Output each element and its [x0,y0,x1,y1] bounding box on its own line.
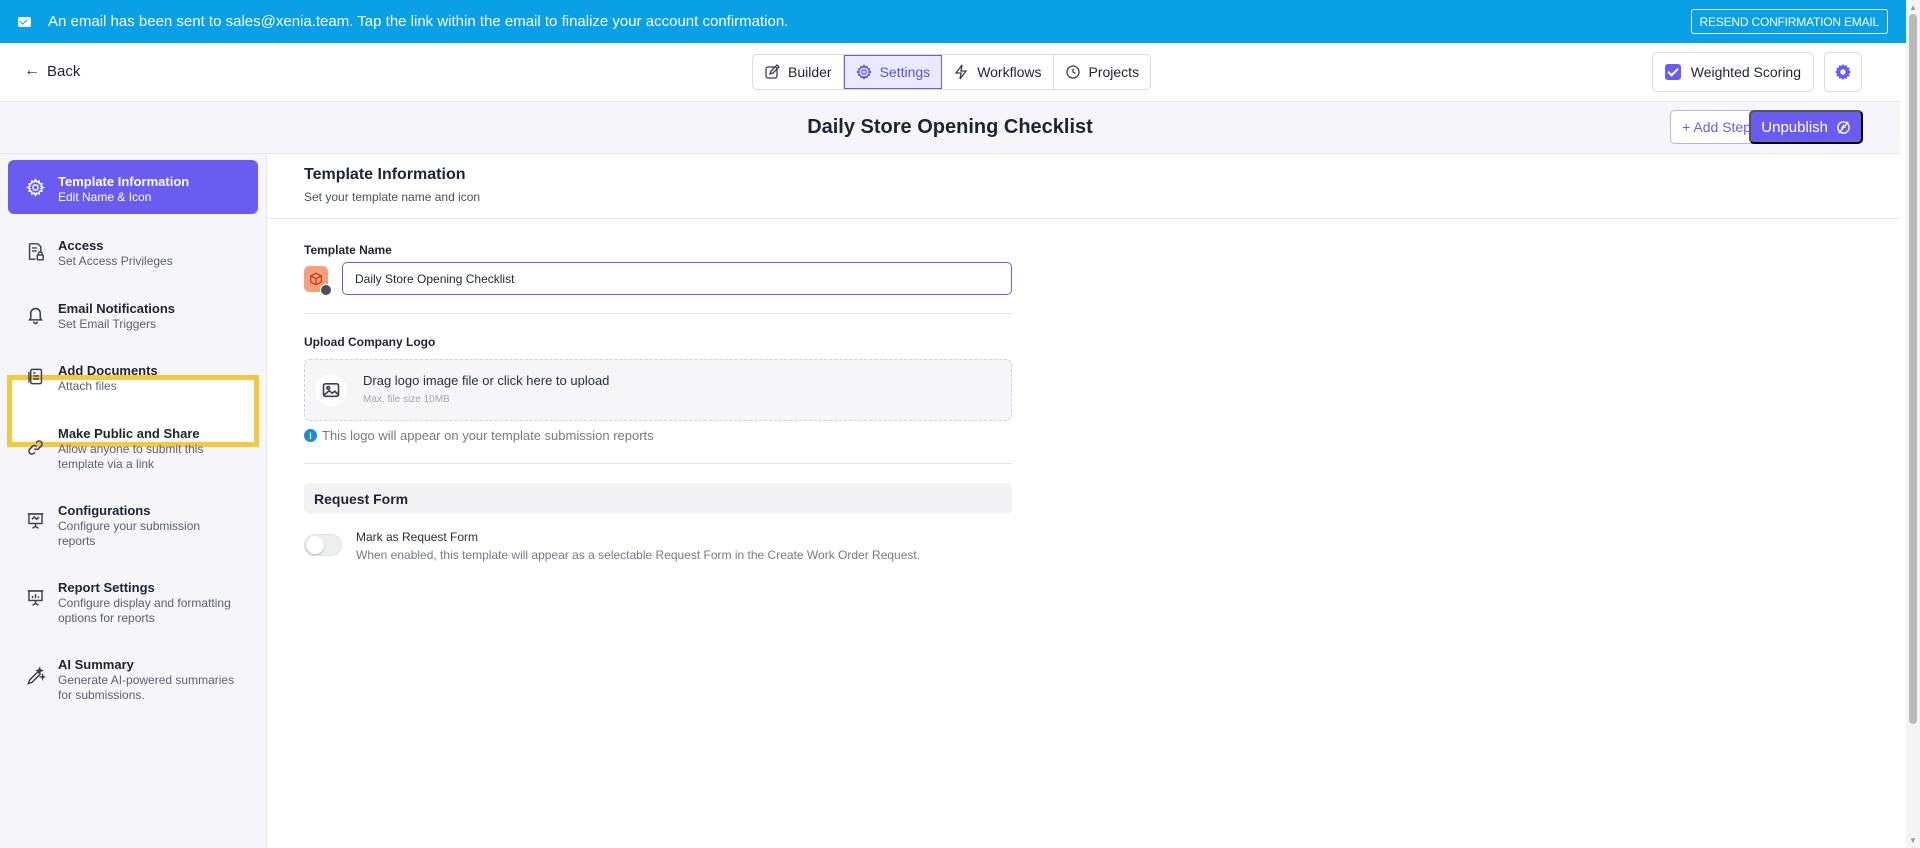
sidebar-item-title: Add Documents [58,363,158,378]
upload-instructions: Drag logo image file or click here to up… [363,373,610,388]
box-icon [310,272,322,286]
pencil-icon [765,64,780,79]
template-name-label: Template Name [304,243,392,257]
document-lock-icon [24,240,46,262]
weighted-scoring-toggle[interactable]: Weighted Scoring [1651,52,1814,92]
sidebar-item-title: Make Public and Share [58,426,200,441]
sidebar-item-add-documents[interactable]: Add Documents Attach files [8,347,258,394]
section-divider [268,218,1900,219]
sidebar-item-subtitle: Generate AI-powered summaries for submis… [58,673,235,702]
back-button[interactable]: ← Back [24,62,80,80]
unpublish-icon [1837,120,1850,134]
sidebar-item-title: Template Information [58,174,190,189]
tab-workflows[interactable]: Workflows [942,55,1054,89]
clock-icon [1065,65,1080,79]
sidebar-item-title: AI Summary [58,657,134,672]
image-icon [315,374,347,406]
gear-icon [855,64,872,80]
sidebar-item-title: Access [58,238,104,253]
upload-size-limit: Max. file size 10MB [363,394,450,405]
bell-icon [24,303,46,325]
tab-label: Settings [879,64,931,80]
upload-logo-label: Upload Company Logo [304,335,436,349]
sidebar-item-title: Configurations [58,503,151,518]
settings-sidebar: Template Information Edit Name & Icon Ac… [0,154,267,848]
sidebar-item-configurations[interactable]: Configurations Configure your submission… [8,487,258,549]
template-name-input[interactable] [342,262,1012,295]
gear-icon [24,176,46,198]
edit-icon [320,284,332,296]
tab-label: Workflows [977,64,1042,80]
section-title: Template Information [304,166,466,183]
unpublish-button[interactable]: Unpublish [1749,110,1863,144]
request-form-description: When enabled, this template will appear … [356,548,921,562]
weighted-scoring-label: Weighted Scoring [1690,64,1801,80]
upload-info-note: i This logo will appear on your template… [304,428,654,443]
view-tabs: Builder Settings Workflows Projects [752,54,1152,90]
request-form-heading: Request Form [304,483,1012,514]
upload-info-text: This logo will appear on your template s… [322,428,654,443]
confirmation-banner: An email has been sent to sales@xenia.te… [0,0,1920,43]
page-scrollbar[interactable]: ▲ ▼ [1906,0,1920,848]
divider [304,313,1012,314]
presentation-chart-icon [24,586,46,608]
documents-icon [24,365,46,387]
sparkle-pen-icon [24,665,46,687]
gear-icon [1834,63,1852,81]
back-label: Back [47,62,81,80]
tab-label: Projects [1088,64,1140,80]
tab-builder[interactable]: Builder [753,55,844,89]
scroll-down-icon[interactable]: ▼ [1909,836,1917,845]
sidebar-item-subtitle: Attach files [58,379,117,393]
template-icon-picker[interactable] [304,266,332,296]
banner-message: An email has been sent to sales@xenia.te… [48,13,789,30]
sidebar-item-title: Email Notifications [58,301,176,316]
sidebar-item-subtitle: Allow anyone to submit this template via… [58,442,204,471]
top-header: ← Back Builder Settings Workflows Projec… [0,43,1900,102]
lightning-icon [954,64,968,80]
link-icon [24,436,46,458]
logo-upload-dropzone[interactable]: Drag logo image file or click here to up… [304,359,1012,421]
resend-confirmation-button[interactable]: RESEND CONFIRMATION EMAIL [1690,9,1888,34]
sidebar-item-subtitle: Set Email Triggers [58,317,157,331]
sidebar-item-title: Report Settings [58,580,155,595]
mail-icon [18,16,31,27]
sidebar-item-ai-summary[interactable]: AI Summary Generate AI-powered summaries… [8,641,258,703]
settings-gear-button[interactable] [1824,52,1862,92]
sidebar-item-subtitle: Set Access Privileges [58,254,173,268]
checkbox-checked-icon[interactable] [1664,64,1681,80]
sidebar-item-template-information[interactable]: Template Information Edit Name & Icon [8,160,258,214]
scrollbar-thumb[interactable] [1909,14,1917,724]
request-form-toggle[interactable] [304,534,342,556]
sidebar-item-report-settings[interactable]: Report Settings Configure display and fo… [8,564,258,626]
info-icon: i [304,429,317,442]
title-bar: Daily Store Opening Checklist + Add Step… [0,102,1900,154]
section-subtitle: Set your template name and icon [304,190,481,204]
tab-settings[interactable]: Settings [843,55,943,89]
unpublish-label: Unpublish [1761,118,1828,136]
sidebar-item-email-notifications[interactable]: Email Notifications Set Email Triggers [8,285,258,332]
page-title: Daily Store Opening Checklist [807,116,1093,138]
scroll-up-icon[interactable]: ▲ [1909,3,1917,12]
divider [304,463,1012,464]
sidebar-item-subtitle: Configure your submission reports [58,519,201,548]
request-form-toggle-label: Mark as Request Form [356,530,479,544]
tab-label: Builder [788,64,832,80]
sidebar-item-access[interactable]: Access Set Access Privileges [8,222,258,269]
sidebar-item-subtitle: Edit Name & Icon [58,190,152,204]
sidebar-item-subtitle: Configure display and formatting options… [58,596,231,625]
presentation-icon [24,509,46,531]
arrow-left-icon: ← [24,62,40,79]
sidebar-item-make-public-share[interactable]: Make Public and Share Allow anyone to su… [8,410,258,472]
tab-projects[interactable]: Projects [1054,55,1151,89]
